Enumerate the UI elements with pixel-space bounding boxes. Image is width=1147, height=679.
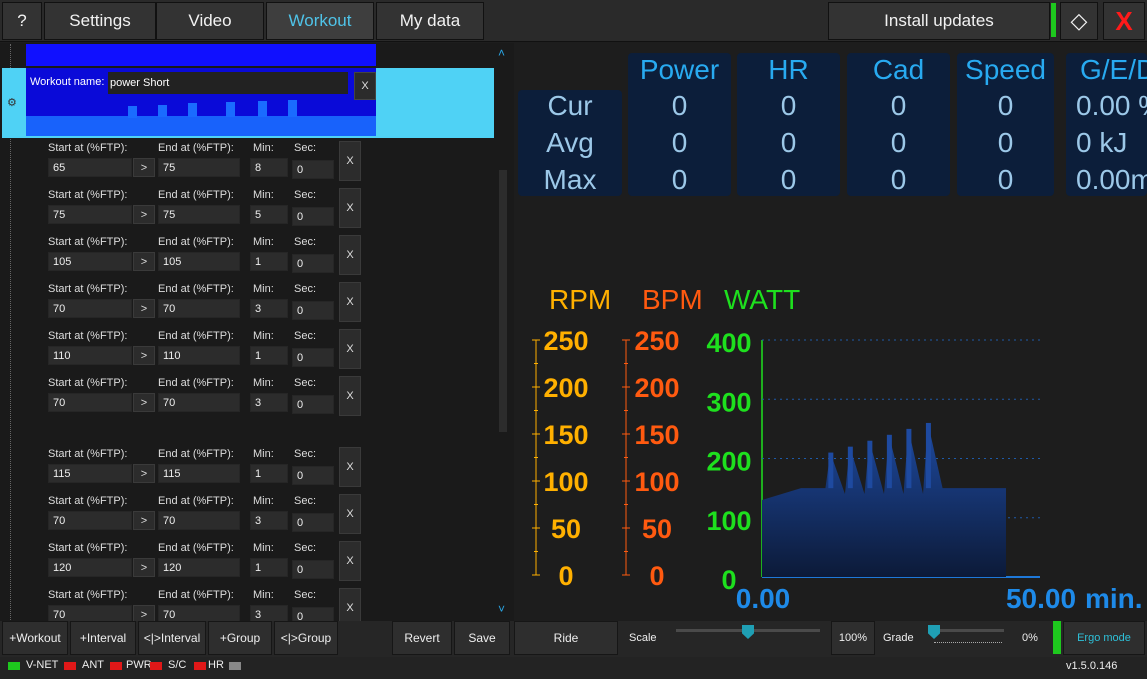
revert-button[interactable]: Revert (392, 621, 452, 655)
save-button[interactable]: Save (454, 621, 510, 655)
power-interval-bar (925, 422, 931, 489)
add-workout-button[interactable]: +Workout (2, 621, 68, 655)
rpm-tick-label: 100 (543, 467, 588, 497)
status-led (8, 662, 20, 670)
status-led (150, 662, 162, 670)
status-label: PWR (126, 659, 152, 671)
grade-value: 0% (1022, 632, 1038, 644)
add-group-button[interactable]: +Group (208, 621, 272, 655)
bpm-tick-label: 0 (649, 561, 664, 591)
power-interval-bar (886, 434, 892, 489)
watt-tick-label: 400 (706, 328, 751, 358)
grade-slider[interactable] (930, 629, 1004, 632)
status-label: V-NET (26, 659, 59, 671)
status-led (194, 662, 206, 670)
ergo-indicator (1053, 621, 1061, 654)
watt-tick-label: 200 (706, 447, 751, 477)
power-profile-area (762, 422, 1006, 577)
power-interval-bar (867, 440, 873, 489)
status-led (64, 662, 76, 670)
power-interval-bar (828, 452, 834, 489)
status-label: HR (208, 659, 224, 671)
version-label: v1.5.0.146 (1066, 660, 1118, 672)
power-interval-bar (906, 428, 912, 489)
move-group-button[interactable]: <|>Group (274, 621, 338, 655)
watt-tick-label: 100 (706, 506, 751, 536)
scale-value[interactable]: 100% (831, 621, 875, 655)
scale-slider-handle[interactable] (742, 625, 754, 639)
grade-label: Grade (883, 632, 914, 644)
rpm-tick-label: 50 (551, 514, 581, 544)
bpm-tick-label: 50 (642, 514, 672, 544)
status-label: S/C (168, 659, 187, 671)
bpm-tick-label: 200 (634, 373, 679, 403)
scale-label: Scale (629, 632, 657, 644)
bpm-tick-label: 100 (634, 467, 679, 497)
rpm-tick-label: 250 (543, 326, 588, 356)
bpm-tick-label: 150 (634, 420, 679, 450)
rpm-tick-label: 200 (543, 373, 588, 403)
gauges-and-power-chart: 2502001501005002502001501005004003002001… (532, 326, 1143, 614)
status-label: ANT (82, 659, 104, 671)
move-interval-button[interactable]: <|>Interval (138, 621, 206, 655)
time-unit-label: min. (1085, 583, 1143, 614)
watt-tick-label: 0 (721, 565, 736, 595)
add-interval-button[interactable]: +Interval (70, 621, 136, 655)
ergo-mode-button[interactable]: Ergo mode (1063, 621, 1145, 655)
bottom-toolbar: +Workout +Interval <|>Interval +Group <|… (0, 621, 1147, 657)
status-led (110, 662, 122, 670)
rpm-tick-label: 150 (543, 420, 588, 450)
time-start-label: 0.00 (736, 583, 791, 614)
rpm-tick-label: 0 (558, 561, 573, 591)
status-led (229, 662, 241, 670)
time-end-label: 50.00 (1006, 583, 1076, 614)
grade-ticks (934, 637, 1002, 643)
power-interval-bar (847, 446, 853, 489)
ride-button[interactable]: Ride (514, 621, 618, 655)
bpm-tick-label: 250 (634, 326, 679, 356)
watt-tick-label: 300 (706, 387, 751, 417)
